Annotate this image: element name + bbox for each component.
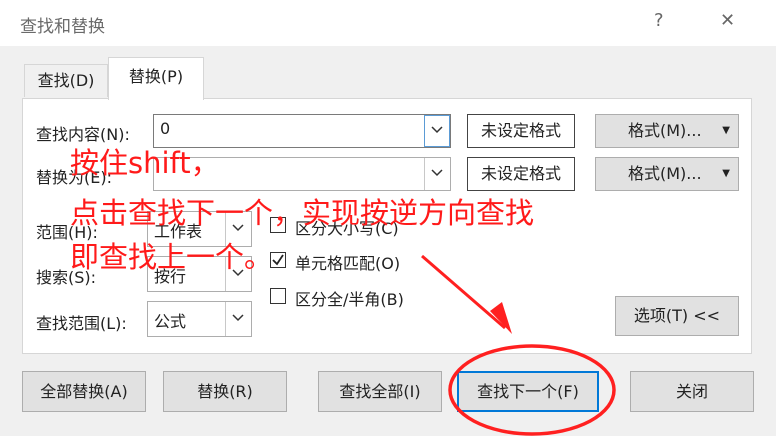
look-in-label: 查找范围(L):: [36, 314, 127, 333]
dropdown-arrow-icon: ▼: [722, 168, 730, 179]
close-button[interactable]: 关闭: [630, 371, 754, 412]
title-bar: 查找和替换 ? ✕: [0, 0, 776, 46]
replace-all-button[interactable]: 全部替换(A): [22, 371, 146, 412]
annotation-line-3: 即查找上一个。: [70, 240, 274, 274]
find-dropdown-button[interactable]: [424, 115, 450, 147]
annotation-line-1: 按住shift，: [70, 146, 220, 180]
chevron-down-icon: [431, 169, 443, 177]
match-width-checkbox[interactable]: [270, 288, 286, 304]
replace-button[interactable]: 替换(R): [163, 371, 287, 412]
find-format-button-label: 格式(M)...: [628, 121, 702, 140]
checkmark-icon: [272, 254, 284, 266]
replace-format-preview: 未设定格式: [467, 157, 575, 191]
match-width-label[interactable]: 区分全/半角(B): [295, 286, 404, 310]
tab-find[interactable]: 查找(D): [24, 64, 108, 97]
find-format-preview: 未设定格式: [467, 114, 575, 148]
find-next-button[interactable]: 查找下一个(F): [457, 371, 599, 412]
help-button[interactable]: ?: [654, 10, 664, 31]
options-toggle-button[interactable]: 选项(T) <<: [615, 296, 739, 336]
replace-format-button[interactable]: 格式(M)... ▼: [595, 157, 739, 191]
dropdown-arrow-icon: ▼: [722, 125, 730, 136]
tab-replace[interactable]: 替换(P): [108, 57, 204, 100]
replace-format-button-label: 格式(M)...: [628, 164, 702, 183]
replace-dropdown-button[interactable]: [424, 158, 450, 190]
find-format-button[interactable]: 格式(M)... ▼: [595, 114, 739, 148]
close-window-button[interactable]: ✕: [720, 10, 735, 31]
chevron-down-icon: [232, 314, 244, 322]
match-cell-label[interactable]: 单元格匹配(O): [295, 250, 400, 274]
find-all-button[interactable]: 查找全部(I): [318, 371, 442, 412]
find-what-value: 0: [160, 119, 171, 138]
chevron-down-icon: [431, 126, 443, 134]
window-title: 查找和替换: [20, 17, 105, 37]
annotation-line-2: 点击查找下一个，实现按逆方向查找: [70, 196, 535, 230]
look-in-value: 公式: [154, 312, 187, 331]
look-in-dropdown-button[interactable]: [225, 302, 251, 336]
look-in-select[interactable]: 公式: [147, 301, 252, 337]
